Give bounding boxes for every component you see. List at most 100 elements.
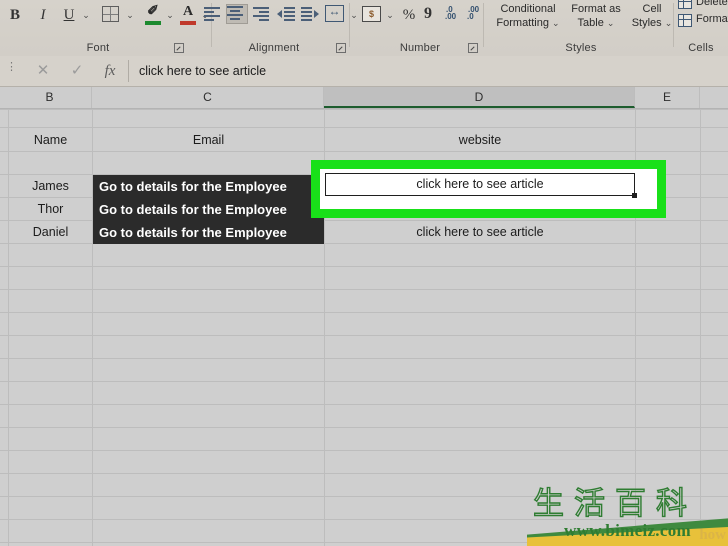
cells-group-label: Cells — [688, 42, 714, 54]
grid-hline — [0, 404, 728, 405]
grid-hline — [0, 289, 728, 290]
delete-cells-icon[interactable] — [678, 0, 692, 9]
wrap-text-button[interactable] — [325, 4, 344, 22]
ribbon-group-font: B I U ⌄ ⌄ ✐ ⌄ A ⌄ Font — [0, 0, 212, 56]
cell-b-james[interactable]: James — [9, 175, 92, 198]
increase-decimal-bottom: .0 — [467, 12, 474, 21]
number-dialog-launcher[interactable] — [468, 43, 478, 53]
column-header-e[interactable]: E — [635, 87, 700, 108]
format-cells-icon[interactable] — [678, 14, 692, 27]
conditional-formatting-button[interactable]: Conditional Formatting ⌄ — [492, 2, 564, 30]
cell-styles-line2-text: Styles — [631, 17, 662, 29]
alignment-group-label: Alignment — [248, 42, 300, 54]
decrease-indent-arrow-icon — [277, 10, 282, 18]
cell-c-daniel[interactable]: Go to details for the Employee — [93, 221, 324, 244]
cell-d-daniel[interactable]: click here to see article — [325, 221, 635, 244]
column-header-c[interactable]: C — [92, 87, 324, 108]
cell-c-email[interactable]: Email — [93, 129, 324, 152]
format-as-table-line1: Format as — [571, 3, 621, 15]
formula-confirm-button[interactable]: ✓ — [62, 60, 92, 82]
decrease-decimal-button[interactable]: .0 .00 — [442, 5, 464, 23]
underline-dropdown-chevron-icon[interactable]: ⌄ — [80, 6, 92, 24]
borders-icon[interactable] — [102, 6, 119, 22]
column-header-d[interactable]: D — [324, 87, 635, 108]
column-header-b[interactable]: B — [8, 87, 92, 108]
increase-indent-button[interactable] — [301, 6, 319, 22]
watermark: 生活百科 www.bimeiz.com how — [527, 485, 728, 546]
format-as-table-line2-text: Table — [577, 17, 604, 29]
cell-b-thor[interactable]: Thor — [9, 198, 92, 221]
cell-styles-chevron-down-icon[interactable]: ⌄ — [665, 18, 673, 28]
fill-color-icon[interactable]: ✐ — [143, 4, 163, 27]
decrease-indent-button[interactable] — [277, 6, 295, 22]
cell-styles-line2: Styles ⌄ — [628, 16, 676, 30]
cell-c-thor[interactable]: Go to details for the Employee — [93, 198, 324, 221]
grid-hline — [0, 450, 728, 451]
number-group-label: Number — [399, 42, 441, 54]
comma-style-button[interactable]: 9 — [421, 4, 435, 26]
watermark-cjk-text: 生活百科 — [532, 486, 697, 522]
fill-color-dropdown-chevron-icon[interactable]: ⌄ — [164, 6, 176, 24]
conditional-formatting-line2-text: Formatting — [496, 17, 549, 29]
grid-hline — [0, 127, 728, 128]
formula-input[interactable]: click here to see article — [132, 60, 724, 82]
cell-b-name[interactable]: Name — [9, 129, 92, 152]
format-as-table-line2: Table ⌄ — [566, 16, 626, 30]
ribbon-group-number: $ ⌄ % 9 .0 .00 .00 .0 Number — [356, 0, 484, 56]
conditional-formatting-line2: Formatting ⌄ — [492, 16, 564, 30]
watermark-url: www.bimeiz.com — [564, 521, 691, 540]
decrease-decimal-bottom: .00 — [445, 12, 457, 21]
cell-b-daniel[interactable]: Daniel — [9, 221, 92, 244]
font-dialog-launcher[interactable] — [174, 43, 184, 53]
watermark-corner-text: how — [699, 527, 726, 543]
percent-style-button[interactable]: % — [401, 4, 417, 26]
ribbon-home-tab: B I U ⌄ ⌄ ✐ ⌄ A ⌄ Font — [0, 0, 728, 57]
italic-button[interactable]: I — [32, 4, 54, 26]
active-cell-text: click here to see article — [416, 177, 544, 191]
ribbon-group-alignment: ⌄ Alignment — [196, 0, 358, 56]
font-group-label: Font — [86, 42, 110, 54]
formula-bar-divider — [128, 60, 129, 82]
conditional-formatting-line1: Conditional — [500, 3, 556, 15]
accounting-format-icon[interactable]: $ — [362, 6, 381, 22]
align-center-button[interactable] — [226, 4, 248, 24]
conditional-formatting-chevron-down-icon[interactable]: ⌄ — [552, 18, 560, 28]
delete-cells-label[interactable]: Delete — [696, 0, 728, 8]
grid-hline — [0, 335, 728, 336]
column-header-row: B C D E — [0, 87, 728, 109]
format-cells-label[interactable]: Format — [696, 13, 728, 25]
cell-styles-button[interactable]: Cell Styles ⌄ — [628, 2, 676, 30]
fill-handle[interactable] — [632, 193, 637, 198]
borders-dropdown-chevron-icon[interactable]: ⌄ — [124, 6, 136, 24]
grid-hline — [0, 312, 728, 313]
styles-group-label: Styles — [565, 42, 597, 54]
increase-indent-arrow-icon — [314, 10, 319, 18]
ribbon-group-styles: Conditional Formatting ⌄ Format as Table… — [488, 0, 674, 56]
align-left-button[interactable] — [204, 6, 222, 22]
font-color-swatch — [180, 21, 196, 25]
cell-c-james[interactable]: Go to details for the Employee — [93, 175, 324, 198]
grid-hline — [0, 381, 728, 382]
formula-bar-grip-icon[interactable]: ⋮ — [6, 62, 17, 80]
grid-hline — [0, 266, 728, 267]
formula-cancel-button[interactable]: ✕ — [28, 60, 58, 82]
accounting-dropdown-chevron-icon[interactable]: ⌄ — [384, 6, 396, 24]
grid-hline — [0, 427, 728, 428]
format-as-table-chevron-down-icon[interactable]: ⌄ — [607, 18, 615, 28]
format-as-table-button[interactable]: Format as Table ⌄ — [566, 2, 626, 30]
insert-function-icon[interactable]: fx — [95, 60, 125, 82]
grid-hline — [0, 109, 728, 110]
font-color-glyph: A — [182, 4, 194, 19]
alignment-dialog-launcher[interactable] — [336, 43, 346, 53]
formula-bar: ⋮ ✕ ✓ fx click here to see article — [0, 56, 728, 87]
bold-button[interactable]: B — [4, 4, 26, 26]
fill-color-glyph: ✐ — [147, 4, 159, 19]
underline-button[interactable]: U — [58, 4, 80, 26]
active-cell-d-james[interactable]: click here to see article — [325, 173, 635, 196]
cell-d-website[interactable]: website — [325, 129, 635, 152]
align-right-button[interactable] — [253, 6, 271, 22]
worksheet-grid[interactable]: B C D E Name Email website James Go to d… — [0, 87, 728, 546]
group-separator — [349, 3, 350, 47]
grid-hline — [0, 473, 728, 474]
font-color-icon[interactable]: A — [178, 4, 198, 27]
